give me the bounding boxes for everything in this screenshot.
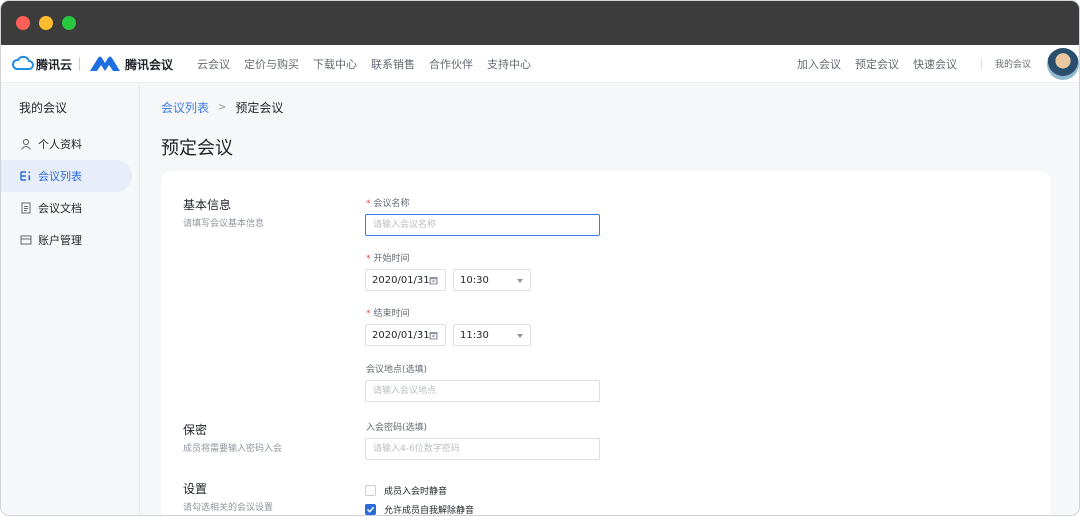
allow-unmute-checkbox[interactable] [365, 504, 376, 515]
meeting-actions: 加入会议 预定会议 快速会议 [783, 56, 957, 72]
brand-tencent-meeting[interactable]: 腾讯会议 [125, 56, 173, 73]
maximize-window-button[interactable] [62, 16, 76, 30]
end-time-value: 11:30 [460, 329, 489, 341]
nav-link-contact-sales[interactable]: 联系销售 [371, 56, 415, 72]
required-mark: * [366, 199, 371, 209]
sidebar-item-label: 会议列表 [38, 170, 82, 183]
brand-divider [79, 57, 80, 71]
sidebar: 我的会议 个人资料 会议列表 会议文档 账户管理 [1, 84, 140, 515]
location-label: 会议地点(选填) [366, 365, 428, 375]
my-meetings-link[interactable]: 我的会议 [995, 57, 1031, 70]
end-date-value: 2020/01/31 [372, 329, 430, 341]
section-secret-title: 保密 [183, 423, 208, 437]
actions-divider [981, 58, 982, 70]
avatar[interactable] [1047, 48, 1079, 80]
mute-on-join-checkbox[interactable] [365, 485, 376, 496]
minimize-window-button[interactable] [39, 16, 53, 30]
brand-tencent-cloud[interactable]: 腾讯云 [36, 56, 72, 73]
app-window: 腾讯云 腾讯会议 云会议 定价与购买 下载中心 联系销售 合作伙伴 支持中心 加… [0, 0, 1080, 516]
section-settings-title: 设置 [183, 482, 208, 496]
option-mute-on-join[interactable]: 成员入会时静音 [365, 484, 447, 497]
sidebar-title: 我的会议 [19, 101, 68, 115]
start-time-value: 10:30 [460, 274, 489, 286]
breadcrumb-meeting-list[interactable]: 会议列表 [161, 99, 209, 116]
breadcrumb-separator: > [218, 102, 227, 113]
location-input[interactable] [365, 380, 600, 402]
password-input[interactable] [365, 438, 600, 460]
meeting-name-label: * 会议名称 [366, 199, 410, 209]
close-window-button[interactable] [16, 16, 30, 30]
end-date-picker[interactable]: 2020/01/31 [365, 324, 446, 346]
end-time-select[interactable]: 11:30 [453, 324, 531, 346]
user-icon [19, 138, 32, 151]
sidebar-item-documents[interactable]: 会议文档 [1, 192, 132, 224]
window-titlebar [1, 1, 1079, 45]
quick-meeting-link[interactable]: 快速会议 [913, 56, 957, 72]
required-mark: * [366, 309, 371, 319]
nav-link-support[interactable]: 支持中心 [487, 56, 531, 72]
tencent-meeting-logo-icon[interactable] [89, 54, 121, 74]
sidebar-item-label: 个人资料 [38, 138, 82, 151]
nav-link-pricing[interactable]: 定价与购买 [244, 56, 299, 72]
meeting-name-input[interactable] [365, 214, 600, 236]
required-mark: * [366, 254, 371, 264]
tencent-cloud-logo-icon[interactable] [12, 55, 34, 71]
nav-link-cloud-meeting[interactable]: 云会议 [197, 56, 230, 72]
sidebar-item-meeting-list[interactable]: 会议列表 [1, 160, 132, 192]
section-basic-desc: 请填写会议基本信息 [183, 219, 265, 229]
account-card-icon [19, 234, 32, 247]
breadcrumb: 会议列表 > 预定会议 [161, 99, 283, 116]
password-label: 入会密码(选填) [366, 423, 428, 433]
sidebar-item-label: 会议文档 [38, 202, 82, 215]
section-secret-desc: 成员将需要输入密码入会 [183, 444, 283, 454]
calendar-icon [429, 332, 438, 340]
sidebar-item-account[interactable]: 账户管理 [1, 224, 132, 256]
start-date-value: 2020/01/31 [372, 274, 430, 286]
start-time-select[interactable]: 10:30 [453, 269, 531, 291]
mute-on-join-label: 成员入会时静音 [384, 487, 448, 497]
nav-link-download[interactable]: 下载中心 [313, 56, 357, 72]
main-nav-links: 云会议 定价与购买 下载中心 联系销售 合作伙伴 支持中心 [197, 56, 545, 72]
end-time-label: * 结束时间 [366, 309, 410, 319]
checkmark-icon [366, 506, 375, 513]
section-settings-desc: 请勾选相关的会议设置 [183, 503, 274, 513]
sidebar-item-profile[interactable]: 个人资料 [1, 128, 132, 160]
start-time-label: * 开始时间 [366, 254, 410, 264]
list-icon [19, 170, 32, 183]
schedule-meeting-link[interactable]: 预定会议 [855, 56, 899, 72]
page-title: 预定会议 [161, 138, 233, 159]
start-date-picker[interactable]: 2020/01/31 [365, 269, 446, 291]
nav-link-partners[interactable]: 合作伙伴 [429, 56, 473, 72]
breadcrumb-current: 预定会议 [235, 101, 284, 115]
join-meeting-link[interactable]: 加入会议 [797, 56, 841, 72]
sidebar-item-label: 账户管理 [38, 234, 82, 247]
calendar-icon [429, 277, 438, 285]
schedule-meeting-form: 基本信息 请填写会议基本信息 *会议名称 *开始时间 2020/01/31 10… [161, 171, 1051, 516]
document-icon [19, 202, 32, 215]
caret-down-icon [517, 279, 523, 283]
allow-unmute-label: 允许成员自我解除静音 [384, 506, 475, 516]
top-navigation: 腾讯云 腾讯会议 云会议 定价与购买 下载中心 联系销售 合作伙伴 支持中心 加… [1, 45, 1079, 83]
caret-down-icon [517, 334, 523, 338]
section-basic-title: 基本信息 [183, 198, 232, 212]
option-allow-unmute[interactable]: 允许成员自我解除静音 [365, 503, 475, 516]
